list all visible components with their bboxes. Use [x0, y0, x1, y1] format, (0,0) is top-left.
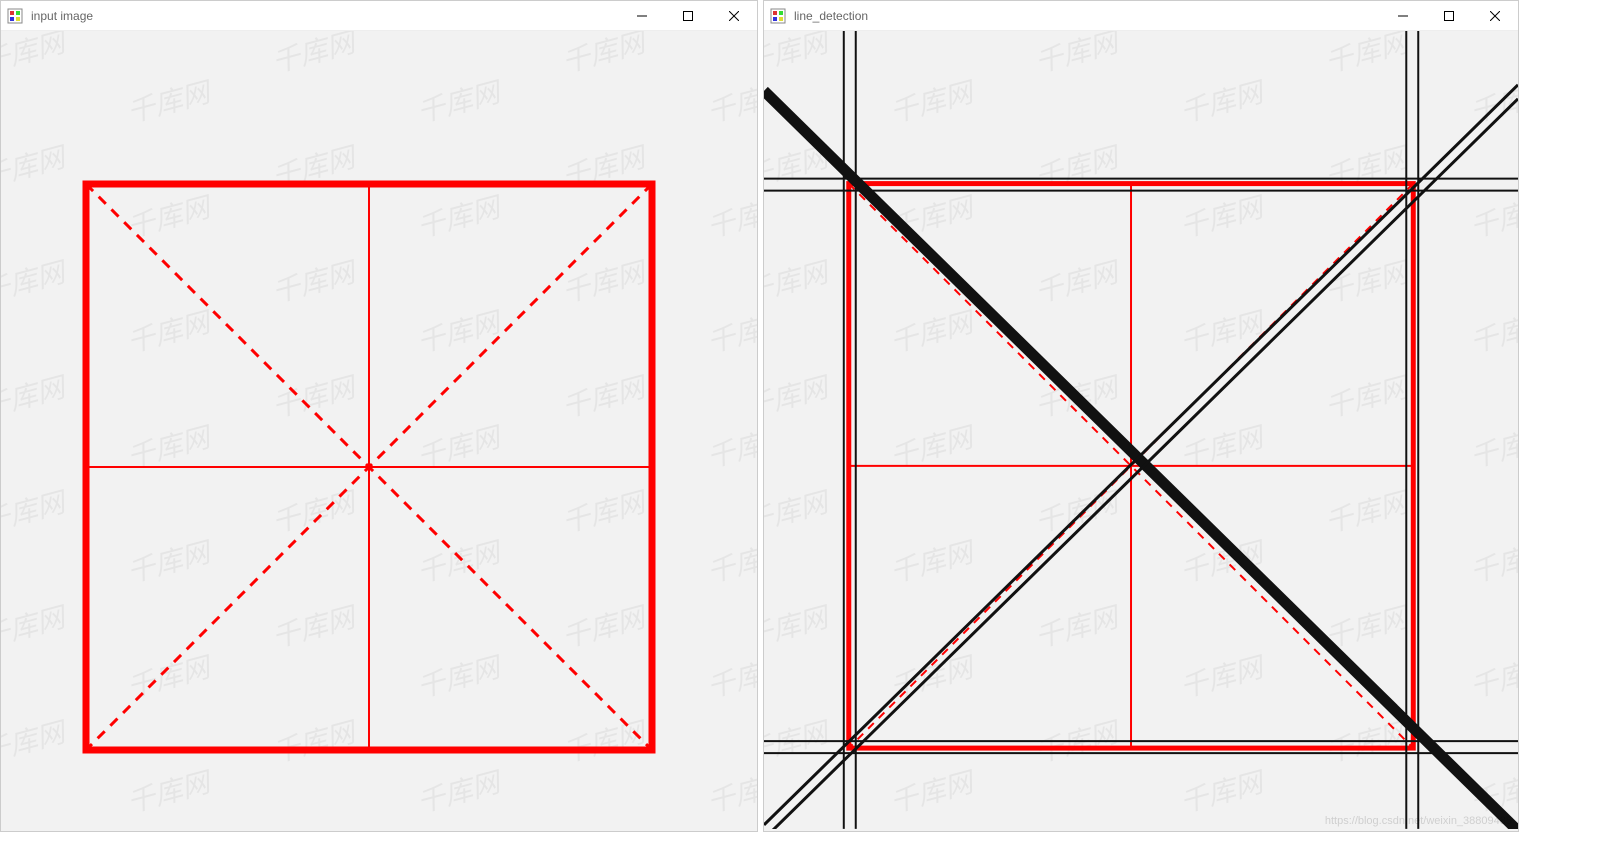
app-icon — [770, 8, 786, 24]
window-title-right: line_detection — [792, 9, 1380, 23]
close-button[interactable] — [711, 1, 757, 31]
titlebar-right[interactable]: line_detection — [764, 1, 1518, 31]
app-icon — [7, 8, 23, 24]
close-icon — [729, 11, 739, 21]
maximize-icon — [1444, 11, 1454, 21]
content-left: 千库网千库网千库网千库网千库网千库网千库网千库网千库网千库网千库网千库网千库网千… — [1, 31, 757, 831]
window-input-image: input image 千库网千库网千库网千库网千库网千库网千库网千库网千库网千… — [0, 0, 758, 832]
input-figure — [1, 31, 757, 831]
maximize-button[interactable] — [665, 1, 711, 31]
minimize-button[interactable] — [1380, 1, 1426, 31]
window-controls-left — [619, 1, 757, 30]
window-title-left: input image — [29, 9, 619, 23]
minimize-button[interactable] — [619, 1, 665, 31]
maximize-icon — [683, 11, 693, 21]
window-controls-right — [1380, 1, 1518, 30]
titlebar-left[interactable]: input image — [1, 1, 757, 31]
minimize-icon — [637, 11, 647, 21]
csdn-attribution: https://blog.csdn.net/weixin_38809485 — [1325, 815, 1512, 827]
content-right: 千库网千库网千库网千库网千库网千库网千库网千库网千库网千库网千库网千库网千库网千… — [764, 31, 1518, 831]
maximize-button[interactable] — [1426, 1, 1472, 31]
close-icon — [1490, 11, 1500, 21]
minimize-icon — [1398, 11, 1408, 21]
close-button[interactable] — [1472, 1, 1518, 31]
window-line-detection: line_detection 千库网千库网千库网千库网千库网千库网千库网千库网千… — [763, 0, 1519, 832]
detection-figure — [764, 31, 1518, 829]
